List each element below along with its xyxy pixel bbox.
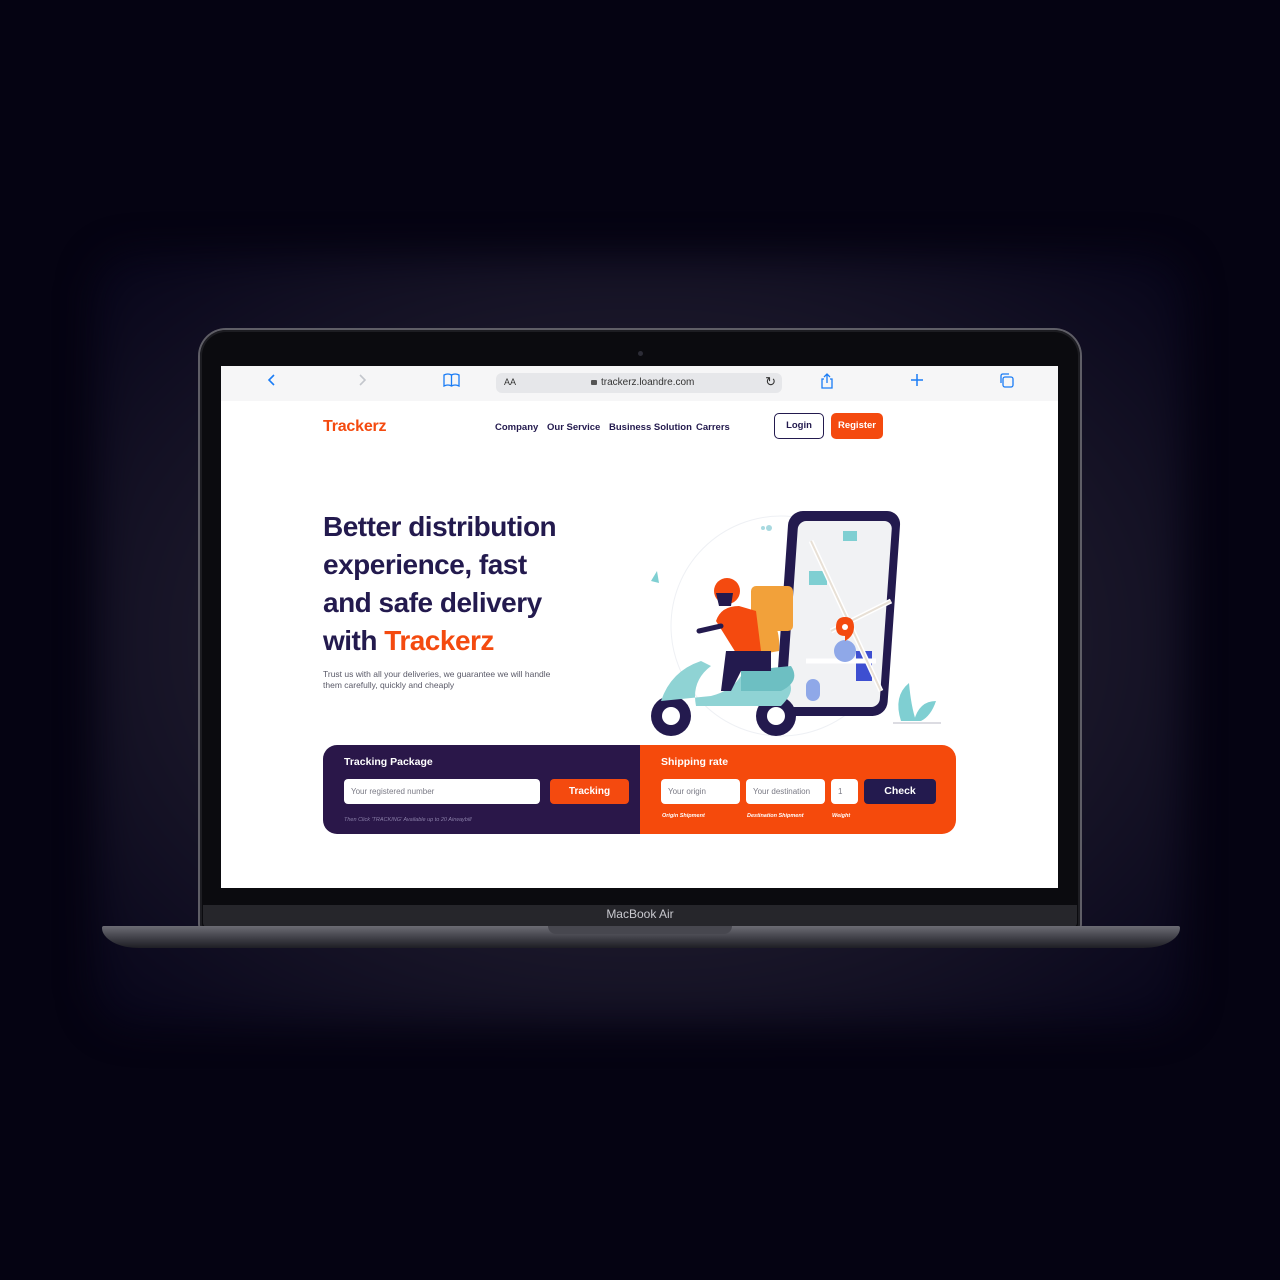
destination-input[interactable]: Your destination (746, 779, 825, 804)
website: Trackerz Company Our Service Business So… (221, 401, 1058, 888)
check-button[interactable]: Check (864, 779, 936, 804)
weight-label: Weight (832, 813, 851, 819)
nav-carrers[interactable]: Carrers (696, 422, 730, 433)
laptop-notch (548, 926, 732, 934)
hero-subtitle: Trust us with all your deliveries, we gu… (323, 669, 573, 691)
hero-subtitle-line: them carefully, quickly and cheaply (323, 680, 455, 690)
safari-toolbar: AA trackerz.loandre.com ↻ (221, 366, 1058, 402)
tabs-icon[interactable] (999, 373, 1014, 394)
reload-icon[interactable]: ↻ (765, 374, 776, 390)
tracking-button[interactable]: Tracking (550, 779, 629, 804)
destination-label: Destination Shipment (747, 813, 804, 819)
lock-icon (591, 380, 597, 385)
hero-title-line: and safe delivery (323, 587, 542, 618)
tracking-title: Tracking Package (344, 756, 433, 768)
share-icon[interactable] (820, 373, 834, 395)
nav-business-solution[interactable]: Business Solution (609, 422, 692, 433)
tracking-number-input[interactable]: Your registered number (344, 779, 540, 804)
weight-input[interactable]: 1 (831, 779, 858, 804)
laptop-screen: AA trackerz.loandre.com ↻ Trackerz Compa… (221, 366, 1058, 888)
hero-title-line: with Trackerz (323, 622, 613, 660)
origin-input[interactable]: Your origin (661, 779, 740, 804)
laptop-chin: MacBook Air (203, 905, 1077, 927)
hero-title-line: experience, fast (323, 549, 527, 580)
hero-title-prefix: with (323, 625, 385, 656)
url-value: trackerz.loandre.com (601, 377, 695, 388)
hero-title-brand: Trackerz (384, 625, 494, 656)
logo[interactable]: Trackerz (323, 418, 387, 436)
delivery-illustration (651, 511, 941, 737)
text-size-button[interactable]: AA (504, 377, 516, 387)
hero-subtitle-line: Trust us with all your deliveries, we gu… (323, 669, 551, 679)
camera (638, 351, 643, 356)
login-button[interactable]: Login (774, 413, 824, 439)
shipping-title: Shipping rate (661, 756, 729, 768)
register-button[interactable]: Register (831, 413, 883, 439)
shipping-rate-card: Shipping rate Your origin Your destinati… (640, 745, 956, 834)
nav-our-service[interactable]: Our Service (547, 422, 600, 433)
forward-icon[interactable] (357, 373, 367, 393)
hero-title-line: Better distribution (323, 511, 557, 542)
back-icon[interactable] (267, 373, 277, 393)
new-tab-icon[interactable] (910, 373, 924, 393)
tracking-card: Tracking Package Your registered number … (323, 745, 640, 834)
device-label: MacBook Air (606, 907, 674, 921)
url-text: trackerz.loandre.com (591, 377, 694, 388)
address-bar[interactable]: AA trackerz.loandre.com ↻ (496, 373, 782, 393)
bookmarks-icon[interactable] (443, 373, 460, 393)
hero-title: Better distribution experience, fast and… (323, 508, 613, 660)
origin-label: Origin Shipment (662, 813, 705, 819)
tracking-hint: Then Click 'TRACKING' Available up to 20… (344, 817, 472, 823)
nav-company[interactable]: Company (495, 422, 538, 433)
